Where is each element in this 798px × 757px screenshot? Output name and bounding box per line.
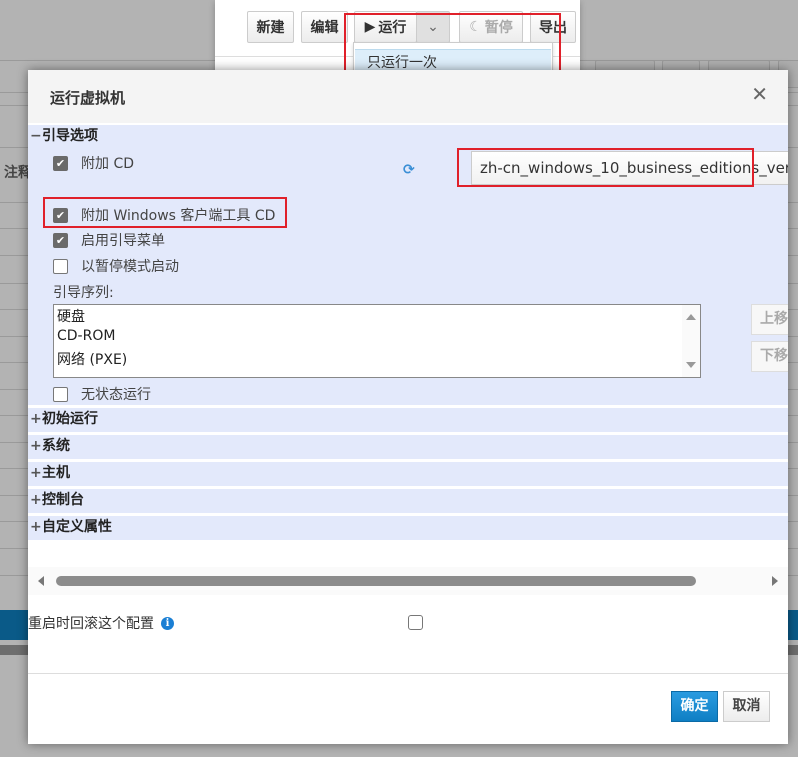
scrollbar-thumb[interactable] (56, 576, 696, 586)
ok-button[interactable]: 确定 (671, 691, 718, 722)
expand-icon: + (30, 519, 42, 535)
section-title: 初始运行 (42, 411, 98, 427)
attach-guest-tools-row: ✔ 附加 Windows 客户端工具 CD (53, 205, 275, 225)
section-header[interactable]: +初始运行 (28, 408, 788, 430)
chevron-down-icon: ⌄ (427, 19, 439, 35)
run-stateless-row: 无状态运行 (53, 384, 151, 404)
iso-image-select[interactable]: zh-cn_windows_10_business_editions_versi (471, 151, 788, 185)
section-system[interactable]: +系统 (28, 435, 788, 459)
attach-cd-label: 附加 CD (81, 156, 135, 172)
boot-device-item[interactable]: CD-ROM (57, 328, 115, 344)
scroll-left-arrow-icon[interactable] (38, 576, 44, 586)
pause-button-label: 暂停 (484, 20, 513, 36)
expand-icon: + (30, 465, 42, 481)
section-initial-run[interactable]: +初始运行 (28, 408, 788, 432)
dialog-body: −引导选项 ✔ 附加 CD ⟳ zh-cn_windows_10_busines… (28, 123, 788, 593)
section-header[interactable]: +自定义属性 (28, 516, 788, 538)
pause-button[interactable]: ☾ 暂停 (459, 11, 523, 43)
horizontal-scrollbar[interactable] (28, 567, 788, 595)
section-title: 系统 (42, 438, 70, 454)
rollback-label: 重启时回滚这个配置 (28, 616, 154, 632)
cancel-button[interactable]: 取消 (723, 691, 770, 722)
move-up-button[interactable]: 上移 (751, 304, 788, 335)
scroll-up-arrow-icon[interactable] (686, 314, 696, 320)
section-console[interactable]: +控制台 (28, 489, 788, 513)
start-paused-row: 以暂停模式启动 (53, 256, 179, 276)
expand-icon: + (30, 438, 42, 454)
section-title: 控制台 (42, 492, 84, 508)
section-boot-options-header[interactable]: −引导选项 (28, 125, 788, 147)
moon-icon: ☾ (469, 19, 482, 35)
enable-boot-menu-checkbox[interactable]: ✔ (53, 232, 68, 248)
start-paused-checkbox[interactable] (53, 258, 68, 274)
section-title: 自定义属性 (42, 519, 112, 535)
footer-divider (28, 673, 788, 674)
boot-device-item[interactable]: 网络 (PXE) (57, 349, 127, 369)
info-icon[interactable]: i (161, 616, 174, 630)
boot-list-scrollbar[interactable] (682, 305, 700, 377)
section-header[interactable]: +系统 (28, 435, 788, 457)
section-custom-properties[interactable]: +自定义属性 (28, 516, 788, 540)
section-title: 主机 (42, 465, 70, 481)
dialog-title: 运行虚拟机 (50, 89, 126, 107)
run-button-label: 运行 (378, 20, 407, 36)
scroll-right-arrow-icon[interactable] (772, 576, 778, 586)
run-stateless-checkbox[interactable] (53, 386, 68, 402)
rollback-row: 重启时回滚这个配置 i (28, 613, 174, 633)
enable-boot-menu-label: 启用引导菜单 (81, 233, 165, 249)
dialog-header: 运行虚拟机 ✕ (28, 70, 788, 123)
move-down-button[interactable]: 下移 (751, 341, 788, 372)
section-header[interactable]: +主机 (28, 462, 788, 484)
section-boot-options: −引导选项 ✔ 附加 CD ⟳ zh-cn_windows_10_busines… (28, 125, 788, 405)
refresh-icon[interactable]: ⟳ (403, 162, 415, 178)
boot-sequence-label: 引导序列: (53, 285, 114, 301)
collapse-icon: − (30, 128, 42, 144)
run-vm-dialog: 运行虚拟机 ✕ −引导选项 ✔ 附加 CD ⟳ zh-cn_windows_10… (28, 70, 788, 744)
close-icon[interactable]: ✕ (751, 82, 768, 106)
run-dropdown-toggle[interactable]: ⌄ (416, 11, 450, 43)
attach-cd-row: ✔ 附加 CD (53, 153, 134, 173)
attach-guest-tools-checkbox[interactable]: ✔ (53, 207, 68, 223)
attach-cd-checkbox[interactable]: ✔ (53, 155, 68, 171)
boot-device-item[interactable]: 硬盘 (57, 306, 85, 326)
new-button[interactable]: 新建 (247, 11, 294, 43)
run-stateless-label: 无状态运行 (81, 387, 151, 403)
expand-icon: + (30, 492, 42, 508)
section-header[interactable]: +控制台 (28, 489, 788, 511)
edit-button[interactable]: 编辑 (301, 11, 348, 43)
attach-guest-tools-label: 附加 Windows 客户端工具 CD (81, 208, 276, 224)
boot-sequence-list[interactable]: 硬盘 CD-ROM 网络 (PXE) (53, 304, 701, 378)
section-host[interactable]: +主机 (28, 462, 788, 486)
run-button[interactable]: ▶ 运行 (354, 11, 417, 43)
section-title: 引导选项 (42, 128, 98, 144)
play-icon: ▶ (364, 19, 376, 35)
enable-boot-menu-row: ✔ 启用引导菜单 (53, 230, 165, 250)
export-button[interactable]: 导出 (530, 11, 576, 43)
rollback-checkbox[interactable] (408, 615, 423, 630)
scroll-down-arrow-icon[interactable] (686, 362, 696, 368)
start-paused-label: 以暂停模式启动 (81, 259, 179, 275)
expand-icon: + (30, 411, 42, 427)
